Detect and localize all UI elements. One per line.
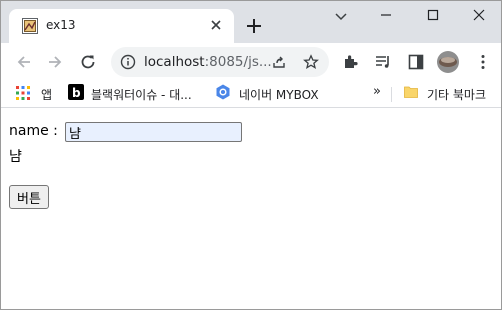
folder-icon xyxy=(404,86,418,98)
output-text: 냠 xyxy=(9,149,22,165)
tab-title: ex13 xyxy=(46,18,76,32)
extensions-puzzle-icon[interactable] xyxy=(342,53,360,71)
profile-avatar-icon[interactable] xyxy=(436,50,460,74)
svg-text:b: b xyxy=(72,86,81,100)
name-input[interactable] xyxy=(65,122,242,142)
browser-toolbar: localhost:8085/js... xyxy=(1,43,501,81)
b-logo-icon: b xyxy=(68,84,84,100)
site-info-icon[interactable] xyxy=(120,54,136,70)
bookmarks-divider xyxy=(391,87,392,102)
new-tab-plus-icon[interactable] xyxy=(245,17,263,35)
bookmark-apps[interactable]: 앱 xyxy=(41,86,52,102)
name-label: name : xyxy=(9,123,58,139)
page-thumbnail-icon xyxy=(22,18,38,34)
bookmark-other[interactable]: 기타 북마크 xyxy=(427,86,486,102)
reading-list-icon[interactable] xyxy=(374,53,392,71)
back-arrow-icon[interactable] xyxy=(15,53,33,71)
tab-ex13[interactable]: ex13 xyxy=(9,9,234,43)
submit-button[interactable]: 버튼 xyxy=(9,185,49,209)
browser-window: ex13 localhost:8085/js... 앱 b 블랙워터이슈 - 대… xyxy=(0,0,502,310)
bookmarks-overflow-chevron[interactable]: » xyxy=(373,84,381,100)
address-bar[interactable]: localhost:8085/js... xyxy=(111,47,329,77)
mybox-hex-icon xyxy=(216,84,230,100)
url-text: localhost:8085/js... xyxy=(144,54,272,70)
bookmarks-bar: 앱 b 블랙워터이슈 - 대... 네이버 MYBOX » 기타 북마크 xyxy=(1,81,501,108)
bookmark-blackwater[interactable]: 블랙워터이슈 - 대... xyxy=(91,86,192,102)
close-window-icon[interactable] xyxy=(471,7,487,23)
reload-icon[interactable] xyxy=(79,53,97,71)
tab-strip: ex13 xyxy=(1,1,501,43)
close-tab-icon[interactable] xyxy=(208,17,224,33)
side-panel-icon[interactable] xyxy=(407,53,425,71)
minimize-icon[interactable] xyxy=(378,7,394,23)
forward-arrow-icon[interactable] xyxy=(46,53,64,71)
more-menu-icon[interactable] xyxy=(474,53,492,71)
apps-grid-icon xyxy=(16,86,30,100)
bookmark-star-icon[interactable] xyxy=(303,54,319,70)
page-content: name : 냠 버튼 xyxy=(1,109,501,309)
tab-search-chevron-icon[interactable] xyxy=(333,9,349,25)
maximize-icon[interactable] xyxy=(425,7,441,23)
share-icon[interactable] xyxy=(271,54,287,70)
bookmark-naver-mybox[interactable]: 네이버 MYBOX xyxy=(239,86,319,102)
